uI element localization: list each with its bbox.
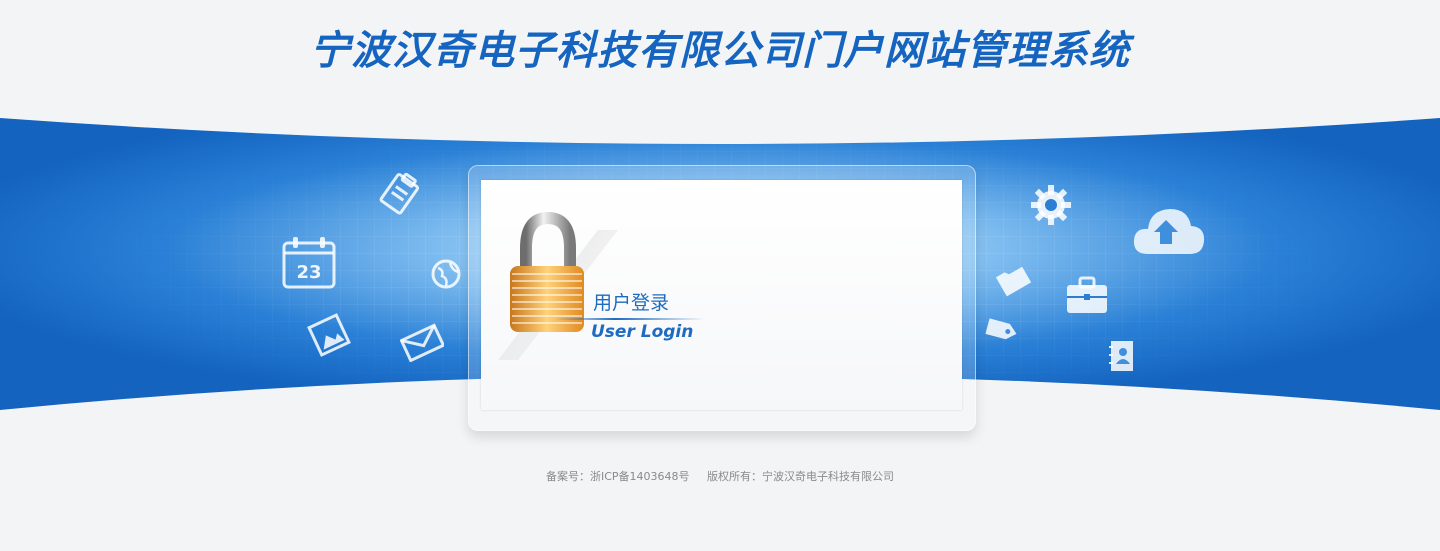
tag-icon — [985, 318, 1017, 340]
calendar-day-text: 23 — [296, 262, 321, 283]
mail-icon — [400, 323, 444, 362]
calendar-icon: 23 — [282, 237, 336, 289]
footer-icp: 备案号：浙ICP备1403648号 — [545, 470, 690, 483]
briefcase-icon — [1067, 276, 1107, 313]
photo-icon — [307, 313, 351, 357]
login-title-cn: 用户登录 — [593, 292, 670, 314]
globe-icon — [431, 259, 461, 289]
contacts-icon — [1109, 341, 1133, 371]
footer: 备案号：浙ICP备1403648号 版权所有：宁波汉奇电子科技有限公司 — [0, 468, 1440, 484]
folder-icon — [995, 266, 1032, 297]
gear-icon — [1031, 185, 1071, 225]
login-divider — [555, 318, 705, 320]
footer-copyright: 版权所有：宁波汉奇电子科技有限公司 — [707, 470, 895, 483]
page-title: 宁波汉奇电子科技有限公司门户网站管理系统 — [310, 28, 1130, 74]
clipboard-icon — [379, 172, 420, 215]
login-title-en: User Login — [591, 322, 694, 342]
cloud-upload-icon — [1133, 209, 1205, 254]
